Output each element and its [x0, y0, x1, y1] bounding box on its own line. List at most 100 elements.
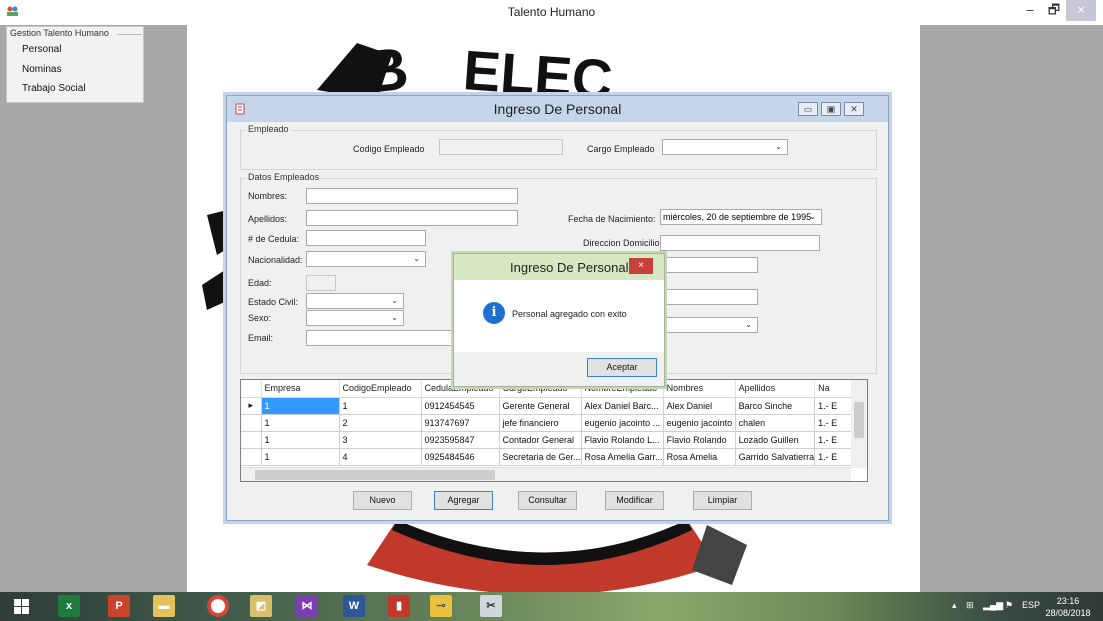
table-cell[interactable]: Alex Daniel	[663, 397, 736, 415]
powerpoint-icon[interactable]: P	[108, 595, 130, 617]
table-cell[interactable]: Flavio Rolando L...	[581, 431, 664, 449]
table-cell[interactable]: 1	[261, 414, 340, 432]
row-header[interactable]	[241, 431, 262, 449]
direccion-field[interactable]	[660, 235, 820, 251]
table-cell[interactable]: 1	[261, 431, 340, 449]
column-header[interactable]: Nombres	[663, 380, 736, 398]
limpiar-button[interactable]: Limpiar	[693, 491, 752, 510]
table-cell[interactable]: 1.- E	[814, 448, 856, 466]
message-box-close-button[interactable]: ×	[629, 258, 653, 274]
row-header[interactable]	[241, 414, 262, 432]
empleados-grid[interactable]: Empresa CodigoEmpleado CedulaEmpleado Ca…	[240, 379, 868, 482]
table-cell[interactable]: Alex Daniel Barc...	[581, 397, 664, 415]
dialog-close-button[interactable]: ✕	[844, 102, 864, 116]
direccion-label: Direccion Domicilio:	[583, 238, 663, 248]
menu-item-personal[interactable]: Personal	[22, 44, 61, 55]
table-cell[interactable]: 0923595847	[421, 431, 500, 449]
table-cell[interactable]: 1	[261, 448, 340, 466]
apellidos-field[interactable]	[306, 210, 518, 226]
table-cell[interactable]: Garrido Salvatierra	[735, 448, 816, 466]
table-cell[interactable]: 0925484546	[421, 448, 500, 466]
message-box-body: i Personal agregado con exito	[454, 280, 664, 352]
tools-icon[interactable]: ✂	[480, 595, 502, 617]
apellidos-label: Apellidos:	[248, 214, 288, 224]
table-cell[interactable]: 4	[339, 448, 422, 466]
dialog-maximize-button[interactable]: ▣	[821, 102, 841, 116]
table-cell[interactable]: 1.- E	[814, 431, 856, 449]
aceptar-button[interactable]: Aceptar	[587, 358, 657, 377]
flag-icon[interactable]: ⚑	[1005, 600, 1013, 611]
file-explorer-icon[interactable]: ▬	[153, 595, 175, 617]
table-cell[interactable]: 1.- E	[814, 397, 856, 415]
network-icon[interactable]: ⊞	[966, 600, 974, 611]
close-button[interactable]: ×	[1066, 0, 1096, 21]
windows-start-icon[interactable]	[14, 599, 30, 615]
table-cell[interactable]: 1	[339, 397, 422, 415]
column-header[interactable]: Apellidos	[735, 380, 816, 398]
table-cell[interactable]: Gerente General	[499, 397, 582, 415]
visual-studio-icon[interactable]: ⋈	[296, 595, 318, 617]
table-row[interactable]: ▸ 1 1 0912454545 Gerente General Alex Da…	[241, 397, 856, 415]
nacionalidad-select[interactable]: ⌄	[306, 251, 426, 267]
table-cell[interactable]: 2	[339, 414, 422, 432]
consultar-button[interactable]: Consultar	[518, 491, 577, 510]
nuevo-button[interactable]: Nuevo	[353, 491, 412, 510]
departamento-select[interactable]: ⌄	[660, 317, 758, 333]
table-cell[interactable]: eugenio jacointo ...	[581, 414, 664, 432]
menu-item-nominas[interactable]: Nominas	[22, 64, 61, 75]
word-icon[interactable]: W	[343, 595, 365, 617]
dialog-minimize-button[interactable]: ▭	[798, 102, 818, 116]
sexo-select[interactable]: ⌄	[306, 310, 404, 326]
telefono-field[interactable]	[660, 257, 758, 273]
datos-group-label: Datos Empleados	[246, 172, 322, 182]
table-cell[interactable]: 1.- E	[814, 414, 856, 432]
agregar-button[interactable]: Agregar	[434, 491, 493, 510]
table-cell[interactable]: 913747697	[421, 414, 500, 432]
menu-item-trabajo-social[interactable]: Trabajo Social	[22, 83, 86, 94]
table-cell[interactable]: Secretaria de Ger...	[499, 448, 582, 466]
table-cell[interactable]: Flavio Rolando	[663, 431, 736, 449]
chrome-icon[interactable]	[207, 595, 229, 617]
cargo-empleado-select[interactable]: ⌄	[662, 139, 788, 155]
table-cell[interactable]: Lozado Guillen	[735, 431, 816, 449]
table-row[interactable]: 1 2 913747697 jefe financiero eugenio ja…	[241, 414, 856, 432]
estado-civil-select[interactable]: ⌄	[306, 293, 404, 309]
celular-field[interactable]	[660, 289, 758, 305]
pdf-icon[interactable]: ▮	[388, 595, 410, 617]
table-cell[interactable]: Rosa Amelia	[663, 448, 736, 466]
modificar-button[interactable]: Modificar	[605, 491, 664, 510]
clock[interactable]: 23:16 28/08/2018	[1038, 595, 1098, 619]
table-cell[interactable]: 1	[261, 397, 340, 415]
table-cell[interactable]: jefe financiero	[499, 414, 582, 432]
table-row[interactable]: 1 4 0925484546 Secretaria de Ger... Rosa…	[241, 448, 856, 466]
setup-icon[interactable]: ◩	[250, 595, 272, 617]
table-cell[interactable]: eugenio jacointo	[663, 414, 736, 432]
restore-button[interactable]: 🗗	[1040, 0, 1068, 21]
grid-vertical-scrollbar[interactable]	[851, 380, 867, 468]
cedula-field[interactable]	[306, 230, 426, 246]
scroll-thumb[interactable]	[854, 402, 864, 438]
scroll-thumb[interactable]	[255, 470, 495, 480]
email-field[interactable]	[306, 330, 456, 346]
excel-icon[interactable]: x	[58, 595, 80, 617]
show-hidden-icons-icon[interactable]: ▴	[952, 600, 957, 611]
table-cell[interactable]: 0912454545	[421, 397, 500, 415]
key-icon[interactable]: ⊸	[430, 595, 452, 617]
column-header[interactable]: CodigoEmpleado	[339, 380, 422, 398]
table-row[interactable]: 1 3 0923595847 Contador General Flavio R…	[241, 431, 856, 449]
main-titlebar: Talento Humano – 🗗 ×	[0, 0, 1103, 25]
codigo-empleado-field[interactable]	[439, 139, 563, 155]
edad-field[interactable]	[306, 275, 336, 291]
row-header[interactable]	[241, 448, 262, 466]
column-header[interactable]: Empresa	[261, 380, 340, 398]
table-cell[interactable]: chalen	[735, 414, 816, 432]
nombres-field[interactable]	[306, 188, 518, 204]
table-cell[interactable]: Rosa Amelia Garr...	[581, 448, 664, 466]
table-cell[interactable]: Contador General	[499, 431, 582, 449]
table-cell[interactable]: 3	[339, 431, 422, 449]
column-header[interactable]: Na	[814, 380, 856, 398]
signal-icon[interactable]: ▂▄▆	[983, 600, 1003, 611]
table-cell[interactable]: Barco Sinche	[735, 397, 816, 415]
grid-horizontal-scrollbar[interactable]	[241, 467, 851, 481]
fecha-nacimiento-picker[interactable]: miércoles, 20 de septiembre de 1995 ⌄	[660, 209, 822, 225]
